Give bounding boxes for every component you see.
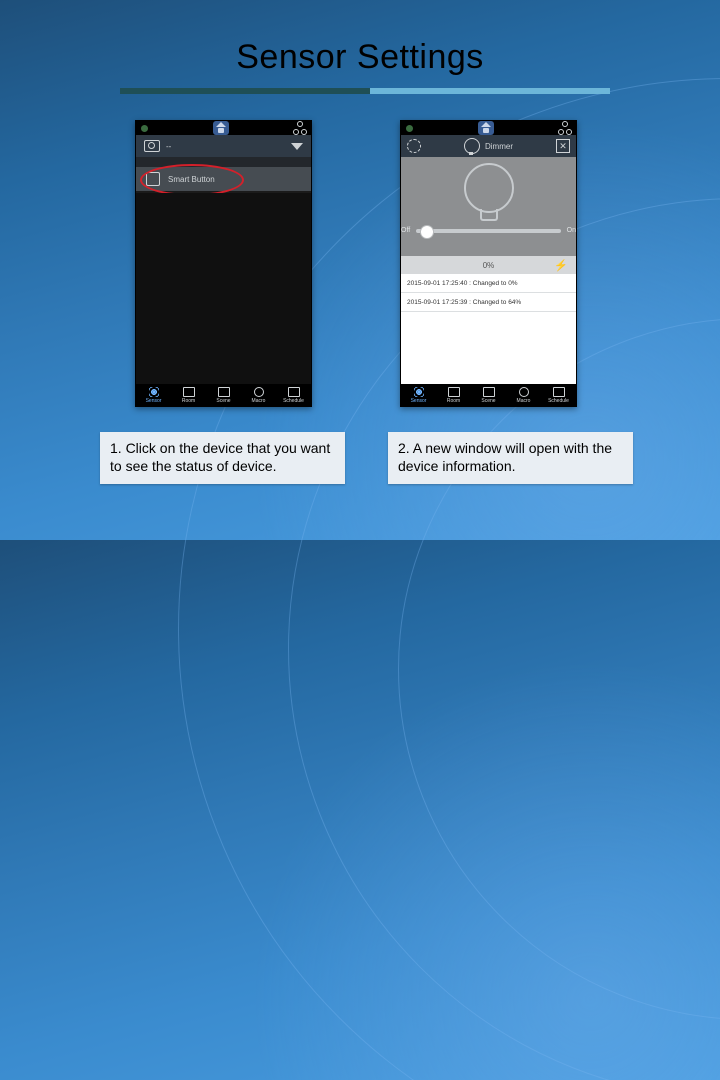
page-title: Sensor Settings: [0, 38, 720, 77]
percent-readout: 0% ⚡: [401, 256, 576, 274]
home-icon[interactable]: [213, 121, 229, 135]
highlight-ellipse: [140, 164, 244, 196]
tab-label: Sensor: [411, 398, 427, 404]
caption-step-2: 2. A new window will open with the devic…: [388, 432, 633, 484]
home-icon[interactable]: [478, 121, 494, 135]
topology-icon[interactable]: [559, 122, 571, 134]
tab-scene[interactable]: Scene: [471, 384, 506, 406]
tab-room[interactable]: Room: [436, 384, 471, 406]
room-selector-label: --: [166, 142, 291, 151]
tab-macro[interactable]: Macro: [506, 384, 541, 406]
room-selector[interactable]: --: [136, 135, 311, 157]
close-icon[interactable]: ✕: [556, 139, 570, 153]
log-text: 2015-09-01 17:25:39 : Changed to 64%: [407, 299, 521, 306]
tab-label: Schedule: [548, 398, 569, 404]
log-text: 2015-09-01 17:25:40 : Changed to 0%: [407, 280, 518, 287]
phone-screenshot-right: Dimmer ✕ Off On 0% ⚡ 2015-09-01 17:25:40…: [400, 120, 577, 407]
tab-macro[interactable]: Macro: [241, 384, 276, 406]
caption-step-1: 1. Click on the device that you want to …: [100, 432, 345, 484]
tab-room[interactable]: Room: [171, 384, 206, 406]
slider-on-label: On: [567, 227, 576, 234]
empty-area: [136, 193, 311, 384]
title-underline-right: [370, 88, 610, 94]
title-underline-left: [120, 88, 370, 94]
power-icon[interactable]: ⚡: [554, 259, 568, 272]
tab-scene[interactable]: Scene: [206, 384, 241, 406]
dimmer-slider[interactable]: [416, 229, 560, 233]
gear-icon[interactable]: [407, 139, 421, 153]
bulb-icon: [464, 138, 480, 154]
bottom-tab-bar: Sensor Room Scene Macro Schedule: [136, 384, 311, 406]
topology-icon[interactable]: [294, 122, 306, 134]
tab-label: Scene: [216, 398, 230, 404]
bottom-tab-bar: Sensor Room Scene Macro Schedule: [401, 384, 576, 406]
status-bar: [136, 121, 311, 135]
log-entry: 2015-09-01 17:25:39 : Changed to 64%: [401, 293, 576, 312]
tab-label: Schedule: [283, 398, 304, 404]
chevron-down-icon: [291, 143, 303, 150]
tab-schedule[interactable]: Schedule: [541, 384, 576, 406]
percent-value: 0%: [483, 261, 495, 270]
tab-label: Sensor: [146, 398, 162, 404]
device-row-smart-button[interactable]: Smart Button: [136, 167, 311, 191]
camera-icon: [144, 140, 160, 152]
device-detail-header: Dimmer ✕: [401, 135, 576, 157]
slider-off-label: Off: [401, 227, 410, 234]
tab-label: Macro: [517, 398, 531, 404]
tab-schedule[interactable]: Schedule: [276, 384, 311, 406]
tab-sensor[interactable]: Sensor: [401, 384, 436, 406]
bulb-large-icon: [464, 163, 514, 213]
tab-label: Macro: [252, 398, 266, 404]
status-bar: [401, 121, 576, 135]
device-visual: Off On: [401, 157, 576, 256]
status-dot-icon: [406, 125, 413, 132]
slider-knob[interactable]: [420, 225, 434, 239]
spacer: [136, 157, 311, 167]
tab-label: Room: [182, 398, 195, 404]
tab-label: Room: [447, 398, 460, 404]
device-name: Dimmer: [485, 142, 513, 151]
tab-label: Scene: [481, 398, 495, 404]
status-dot-icon: [141, 125, 148, 132]
log-entry: 2015-09-01 17:25:40 : Changed to 0%: [401, 274, 576, 293]
tab-sensor[interactable]: Sensor: [136, 384, 171, 406]
phone-screenshot-left: -- Smart Button Sensor Room Scene Macro …: [135, 120, 312, 407]
